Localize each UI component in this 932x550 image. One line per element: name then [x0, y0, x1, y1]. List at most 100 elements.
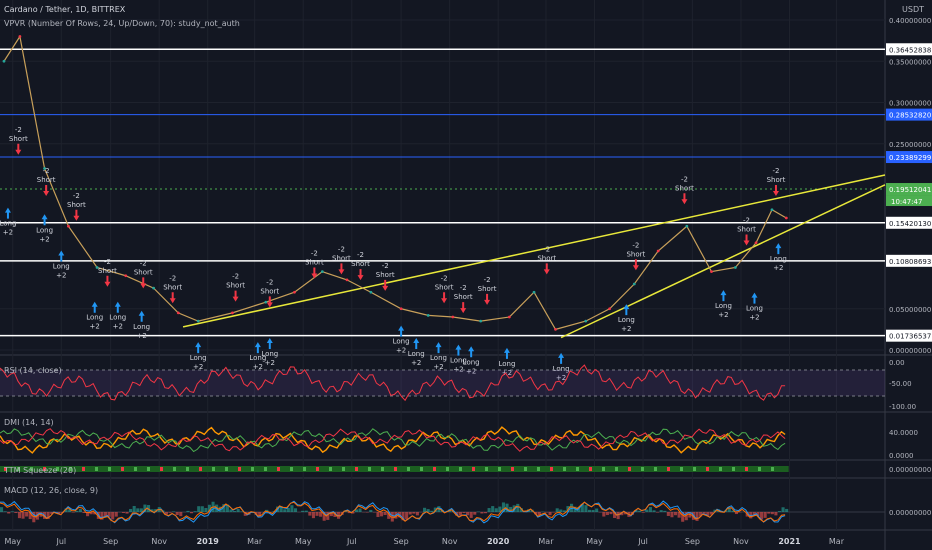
macd-histogram-bar — [595, 508, 599, 512]
squeeze-dot — [394, 467, 397, 471]
macd-histogram-bar — [136, 508, 140, 512]
long-signal-label: Long — [408, 350, 425, 358]
macd-histogram-bar — [21, 512, 25, 519]
short-signal-value: -2 — [104, 258, 111, 266]
short-arrow-icon — [681, 193, 688, 205]
long-arrow-icon — [41, 214, 48, 226]
squeeze-dot — [147, 467, 150, 471]
long-signal-value: +2 — [621, 325, 631, 333]
short-signal-value: -2 — [743, 217, 750, 225]
short-signal-label: Short — [260, 287, 279, 295]
macd-histogram-bar — [548, 512, 552, 516]
macd-histogram-bar — [469, 512, 473, 518]
macd-histogram-bar — [483, 512, 488, 514]
dmi-tick-label: 40.0000 — [889, 429, 918, 437]
macd-histogram-bar — [293, 508, 298, 512]
short-signal-label: Short — [435, 283, 454, 291]
time-tick-label: Sep — [103, 537, 118, 546]
short-arrow-icon — [73, 209, 80, 221]
macd-histogram-bar — [602, 512, 606, 517]
squeeze-dot — [264, 467, 267, 471]
squeeze-dot — [238, 467, 241, 471]
squeeze-dot — [381, 467, 384, 471]
time-tick-label: 2020 — [487, 537, 510, 546]
time-tick-label: 2019 — [197, 537, 220, 546]
rsi-tick-label: -100.00 — [889, 403, 916, 411]
time-tick-label: Mar — [247, 537, 263, 546]
countdown-label: 10:47:47 — [891, 198, 922, 206]
squeeze-dot — [472, 467, 475, 471]
macd-histogram-bar — [78, 509, 82, 512]
macd-histogram-bar — [616, 512, 620, 520]
short-arrow-icon — [543, 263, 550, 275]
squeeze-dot — [589, 467, 592, 471]
long-signal-value: +2 — [773, 264, 783, 272]
short-signal-label: Short — [163, 283, 182, 291]
squeeze-dot — [121, 467, 124, 471]
squeeze-dot — [563, 467, 566, 471]
macd-histogram-bar — [3, 511, 7, 512]
dmi-label: DMI (14, 14) — [4, 418, 54, 427]
chart-canvas[interactable]: May Jul Sep Nov 2019 Mar May Jul Sep Nov 2020 Mar Ma… — [0, 0, 932, 550]
macd-histogram-bar — [10, 511, 14, 512]
squeeze-dot — [186, 467, 189, 471]
macd-histogram-bar — [358, 508, 362, 512]
squeeze-dot — [316, 467, 319, 471]
macd-histogram-bar — [555, 508, 559, 512]
squeeze-dot — [693, 467, 696, 471]
macd-histogram-bar — [562, 510, 566, 512]
long-signal-value: +2 — [718, 311, 728, 319]
time-tick-label: Nov — [442, 537, 458, 546]
macd-histogram-bar — [659, 510, 663, 512]
long-signal-value: +2 — [56, 272, 66, 280]
short-signal-label: Short — [626, 250, 645, 258]
short-signal-value: -2 — [15, 126, 22, 134]
macd-histogram-bar — [190, 512, 194, 514]
price-line — [3, 34, 787, 331]
macd-histogram-bar — [770, 512, 774, 515]
macd-histogram-bar — [172, 511, 176, 512]
short-signal-label: Short — [332, 254, 351, 262]
macd-histogram-bar — [734, 512, 739, 515]
price-tick-label: 0.00000000 — [889, 347, 931, 355]
long-signal-value: +2 — [265, 359, 275, 367]
macd-histogram-bar — [673, 512, 678, 516]
squeeze-dot — [433, 467, 436, 471]
long-signal-label: Long — [190, 354, 207, 362]
long-arrow-icon — [720, 290, 727, 302]
time-tick-label: Jul — [637, 537, 648, 546]
macd-histogram-bar — [767, 512, 771, 514]
price-point — [608, 307, 612, 311]
macd-histogram-bar — [308, 512, 312, 516]
macd-histogram-bar — [319, 512, 323, 517]
long-signal-label: Long — [393, 338, 410, 346]
long-signal-label: Long — [36, 226, 53, 234]
price-point — [230, 311, 234, 315]
squeeze-dot — [771, 467, 774, 471]
squeeze-dot — [108, 467, 111, 471]
short-signal-value: -2 — [681, 175, 688, 183]
squeeze-dot — [576, 467, 579, 471]
short-signal-label: Short — [351, 260, 370, 268]
short-signal-value: -2 — [382, 262, 389, 270]
long-signal-value: +2 — [396, 347, 406, 355]
squeeze-dot — [290, 467, 293, 471]
long-arrow-icon — [435, 342, 442, 354]
price-point — [451, 315, 455, 319]
macd-tick-label: 0.00000000 — [889, 509, 931, 517]
squeeze-dot — [641, 467, 644, 471]
time-tick-label: Sep — [685, 537, 700, 546]
short-arrow-icon — [441, 292, 448, 304]
macd-histogram-bar — [777, 511, 782, 512]
short-signal-value: -2 — [338, 245, 345, 253]
macd-histogram-bar — [168, 512, 172, 513]
price-point — [554, 327, 557, 331]
macd-histogram-bar — [785, 508, 789, 512]
price-tick-label: 0.05000000 — [889, 306, 931, 314]
level-tag-label: 0.28532820 — [889, 112, 931, 120]
short-signal-value: -2 — [441, 274, 448, 282]
short-signal-label: Short — [767, 176, 786, 184]
squeeze-dot — [134, 467, 137, 471]
macd-histogram-bar — [200, 506, 204, 512]
macd-histogram-bar — [516, 503, 520, 512]
